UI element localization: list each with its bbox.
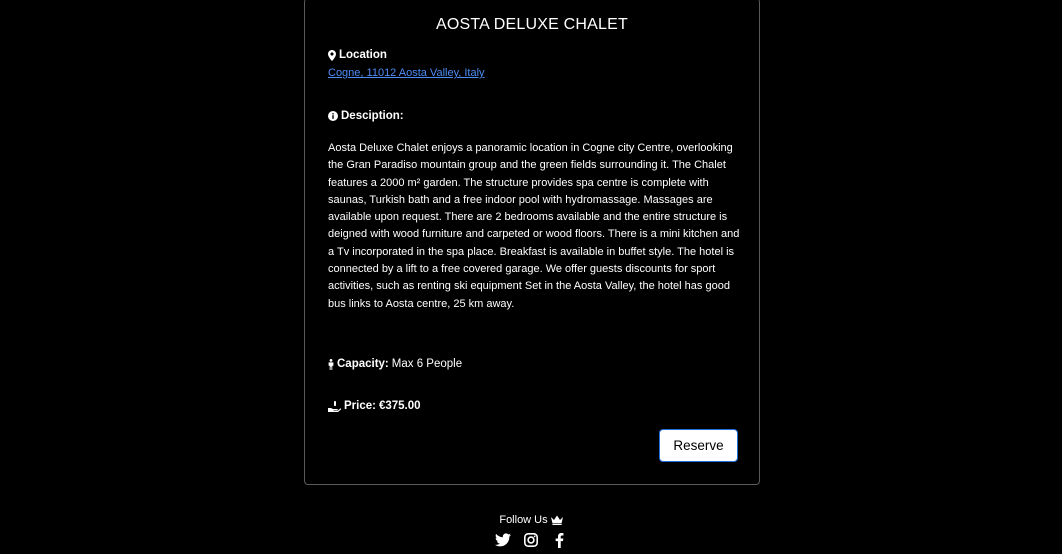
hand-holding-dollar-icon: [328, 400, 341, 412]
capacity-value: Max 6 People: [391, 358, 463, 370]
twitter-icon[interactable]: [495, 532, 511, 548]
follow-us-label: Follow Us: [499, 514, 548, 526]
person-icon: [328, 358, 334, 370]
price-label: Price:: [344, 400, 376, 412]
price-value: €375.00: [378, 400, 421, 412]
capacity-label: Capacity:: [337, 358, 389, 370]
facebook-icon[interactable]: [551, 532, 567, 548]
price-row: Price: €375.00: [328, 400, 421, 412]
address-link[interactable]: Cogne, 11012 Aosta Valley, Italy: [328, 67, 485, 79]
capacity-row: Capacity: Max 6 People: [328, 358, 462, 370]
follow-us: Follow Us: [499, 514, 563, 526]
social-links: [0, 532, 1062, 548]
listing-card: AOSTA DELUXE CHALET Location Cogne, 1101…: [304, 0, 760, 485]
description-row: Desciption:: [328, 110, 404, 122]
crown-icon: [550, 515, 563, 525]
description-text: Aosta Deluxe Chalet enjoys a panoramic l…: [328, 142, 740, 310]
instagram-icon[interactable]: [523, 532, 539, 548]
location-label: Location: [339, 49, 387, 61]
footer: Follow Us: [0, 510, 1062, 548]
listing-title: AOSTA DELUXE CHALET: [435, 16, 628, 33]
reserve-button[interactable]: Reserve: [659, 429, 738, 462]
description-label: Desciption:: [341, 110, 404, 122]
map-marker-icon: [328, 49, 336, 61]
location-row: Location: [328, 49, 387, 61]
info-circle-icon: [328, 111, 338, 121]
page: AOSTA DELUXE CHALET Location Cogne, 1101…: [0, 0, 1062, 554]
